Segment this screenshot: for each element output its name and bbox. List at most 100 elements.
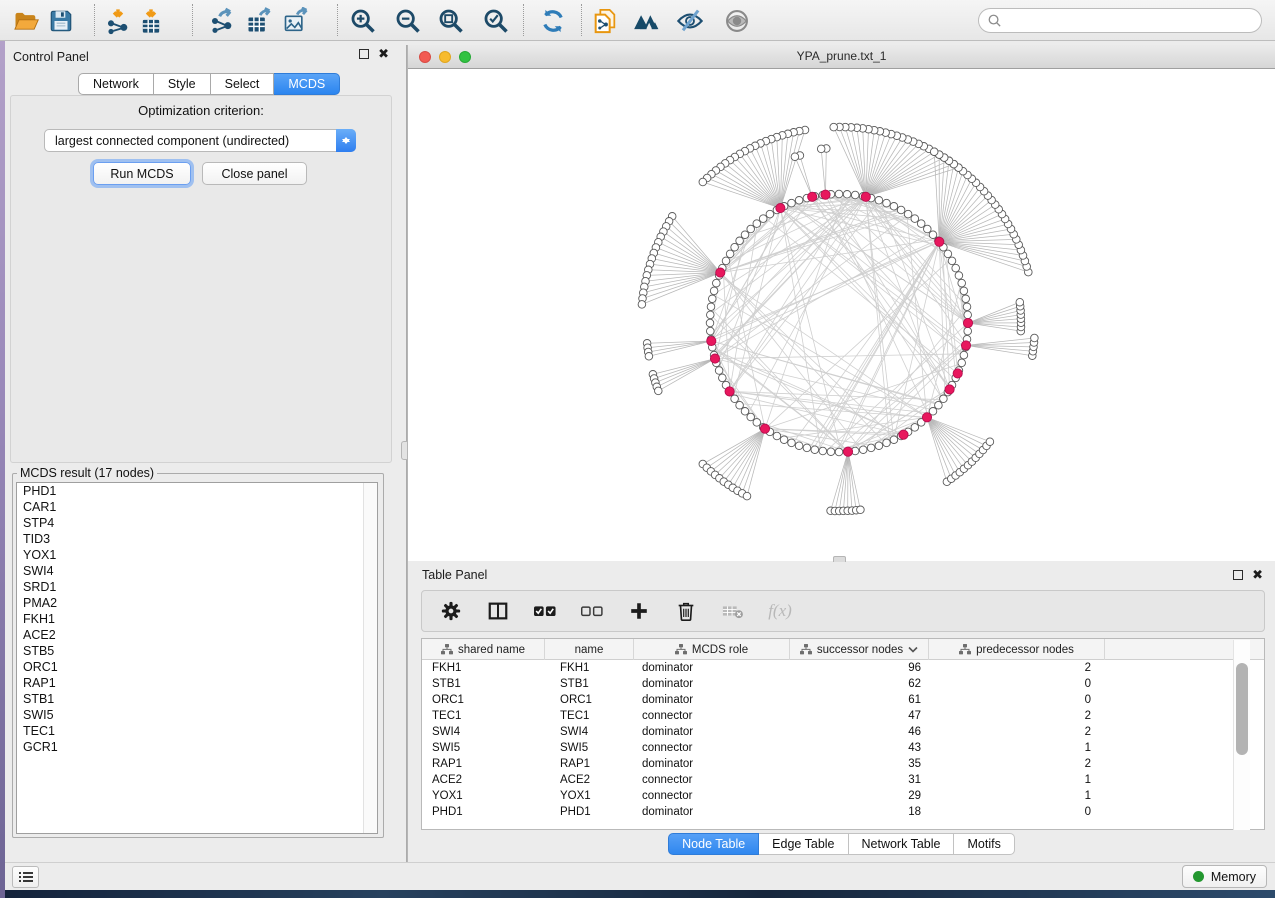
graph-node[interactable]: [875, 197, 883, 205]
graph-mcds-node[interactable]: [843, 447, 852, 456]
export-image-icon[interactable]: [280, 5, 312, 36]
mcds-result-item[interactable]: FKH1: [17, 611, 377, 627]
graph-node[interactable]: [924, 225, 932, 233]
graph-mcds-node[interactable]: [821, 190, 830, 199]
graph-node[interactable]: [940, 395, 948, 403]
show-columns-icon[interactable]: [483, 597, 513, 625]
zoom-selected-icon[interactable]: [480, 5, 512, 36]
graph-node[interactable]: [960, 351, 968, 359]
graph-node[interactable]: [731, 395, 739, 403]
graph-node[interactable]: [780, 436, 788, 444]
graph-node[interactable]: [731, 243, 739, 251]
graph-node[interactable]: [753, 419, 761, 427]
select-all-columns-icon[interactable]: [530, 597, 560, 625]
graph-node[interactable]: [857, 506, 865, 514]
open-file-icon[interactable]: [10, 5, 42, 36]
graph-mcds-node[interactable]: [710, 354, 719, 363]
mcds-result-item[interactable]: RAP1: [17, 675, 377, 691]
graph-node[interactable]: [709, 295, 717, 303]
graph-node[interactable]: [706, 319, 714, 327]
column-header-MCDS-role[interactable]: MCDS role: [634, 639, 790, 660]
graph-mcds-node[interactable]: [961, 341, 970, 350]
graph-mcds-node[interactable]: [776, 204, 785, 213]
graph-node[interactable]: [917, 220, 925, 228]
mcds-result-item[interactable]: CAR1: [17, 499, 377, 515]
graph-mcds-node[interactable]: [808, 192, 817, 201]
graph-node[interactable]: [791, 153, 799, 161]
graph-node[interactable]: [699, 178, 707, 186]
graph-mcds-node[interactable]: [725, 387, 734, 396]
table-row[interactable]: PHD1PHD1dominator180: [422, 804, 1264, 820]
graph-node[interactable]: [747, 225, 755, 233]
graph-node[interactable]: [851, 191, 859, 199]
graph-node[interactable]: [743, 492, 751, 500]
table-panel-float-icon[interactable]: [1233, 570, 1243, 580]
export-network-icon[interactable]: [206, 5, 238, 36]
mcds-result-item[interactable]: ACE2: [17, 627, 377, 643]
column-header-shared-name[interactable]: shared name: [422, 639, 545, 660]
graph-node[interactable]: [741, 231, 749, 239]
column-header-name[interactable]: name: [545, 639, 634, 660]
control-panel-close-icon[interactable]: ✖: [378, 49, 389, 59]
graph-node[interactable]: [835, 190, 843, 198]
mcds-result-item[interactable]: STP4: [17, 515, 377, 531]
graph-node[interactable]: [875, 442, 883, 450]
tab-motifs[interactable]: Motifs: [954, 833, 1014, 855]
graph-mcds-node[interactable]: [945, 385, 954, 394]
graph-node[interactable]: [1031, 334, 1039, 342]
mcds-result-item[interactable]: GCR1: [17, 739, 377, 755]
graph-node[interactable]: [766, 210, 774, 218]
graph-node[interactable]: [911, 424, 919, 432]
window-close-icon[interactable]: [419, 51, 431, 63]
table-row[interactable]: ACE2ACE2connector311: [422, 772, 1264, 788]
mcds-result-item[interactable]: SWI5: [17, 707, 377, 723]
graph-node[interactable]: [719, 374, 727, 382]
tab-network[interactable]: Network: [78, 73, 154, 95]
graph-node[interactable]: [955, 272, 963, 280]
graph-node[interactable]: [713, 279, 721, 287]
mcds-list-scrollbar[interactable]: [363, 483, 377, 833]
zoom-out-icon[interactable]: [392, 5, 424, 36]
graph-node[interactable]: [827, 448, 835, 456]
graph-node[interactable]: [795, 197, 803, 205]
graph-node[interactable]: [645, 353, 653, 361]
graph-node[interactable]: [795, 442, 803, 450]
add-column-icon[interactable]: [624, 597, 654, 625]
memory-button[interactable]: Memory: [1182, 865, 1267, 888]
import-network-icon[interactable]: [102, 5, 134, 36]
graph-mcds-node[interactable]: [922, 413, 931, 422]
first-neighbors-icon[interactable]: [632, 5, 664, 36]
zoom-in-icon[interactable]: [347, 5, 379, 36]
graph-node[interactable]: [890, 436, 898, 444]
graph-mcds-node[interactable]: [953, 369, 962, 378]
graph-node[interactable]: [736, 237, 744, 245]
graph-node[interactable]: [986, 438, 994, 446]
window-minimize-icon[interactable]: [439, 51, 451, 63]
graph-node[interactable]: [964, 311, 972, 319]
graph-node[interactable]: [638, 301, 646, 309]
graph-mcds-node[interactable]: [707, 336, 716, 345]
graph-node[interactable]: [897, 206, 905, 214]
graph-mcds-node[interactable]: [963, 318, 972, 327]
clone-network-icon[interactable]: [589, 5, 621, 36]
network-canvas[interactable]: [408, 69, 1275, 561]
graph-node[interactable]: [788, 439, 796, 447]
graph-node[interactable]: [843, 191, 851, 199]
graph-node[interactable]: [859, 446, 867, 454]
graph-node[interactable]: [964, 327, 972, 335]
run-mcds-button[interactable]: Run MCDS: [93, 162, 191, 185]
close-panel-button[interactable]: Close panel: [202, 162, 307, 185]
graph-node[interactable]: [958, 279, 966, 287]
graph-mcds-node[interactable]: [760, 424, 769, 433]
graph-node[interactable]: [736, 401, 744, 409]
graph-node[interactable]: [958, 359, 966, 367]
export-table-icon[interactable]: [243, 5, 275, 36]
graph-node[interactable]: [788, 199, 796, 207]
graph-node[interactable]: [747, 413, 755, 421]
graph-node[interactable]: [867, 444, 875, 452]
table-scrollbar-thumb[interactable]: [1236, 663, 1248, 755]
tab-edge-table[interactable]: Edge Table: [759, 833, 848, 855]
graph-node[interactable]: [830, 123, 838, 131]
table-row[interactable]: SWI5SWI5connector431: [422, 740, 1264, 756]
graph-node[interactable]: [960, 287, 968, 295]
